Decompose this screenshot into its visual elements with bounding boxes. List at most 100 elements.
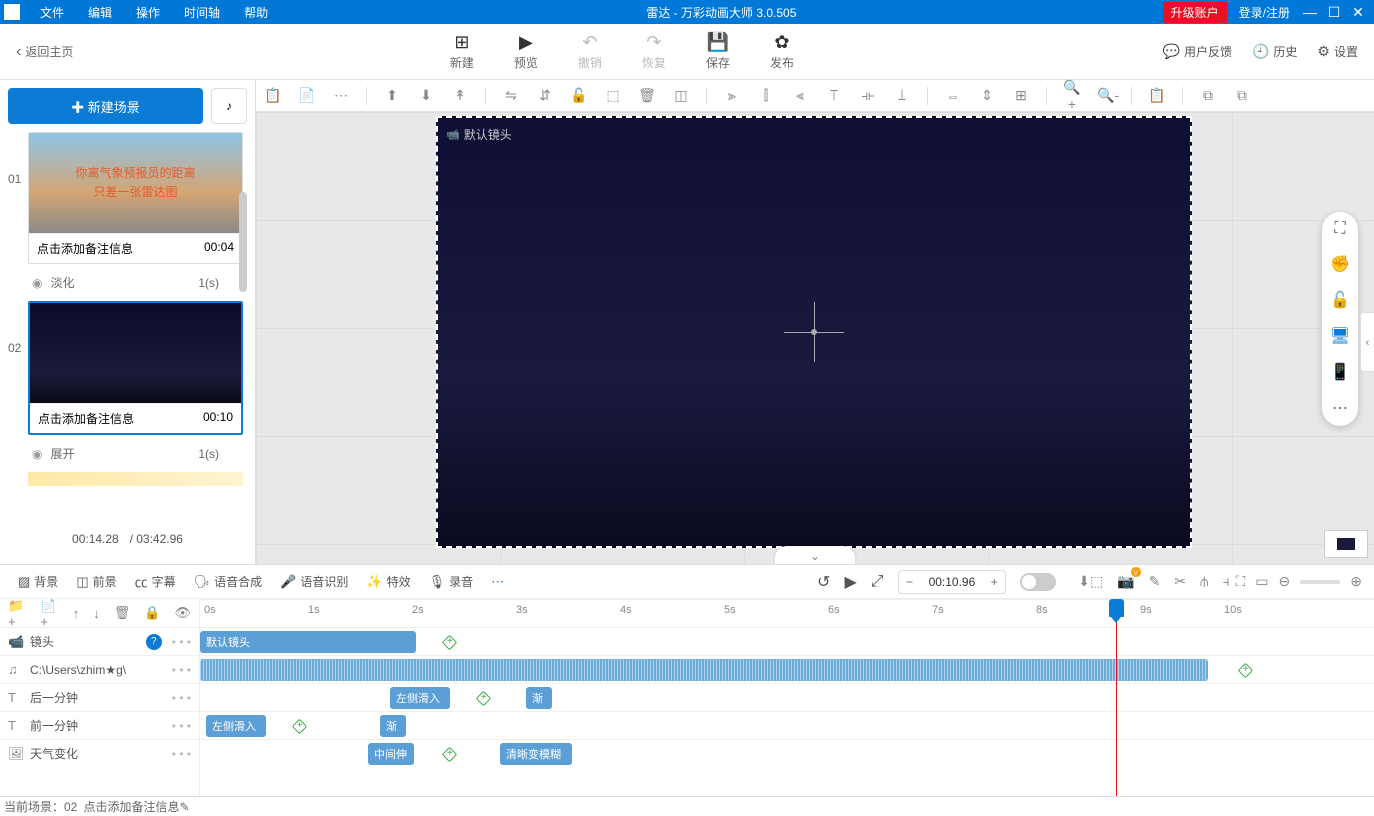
text2-track[interactable]: 左侧滑入 渐 xyxy=(200,711,1374,739)
camera-track-label[interactable]: 📹镜头?• • • xyxy=(0,627,199,655)
add-keyframe[interactable] xyxy=(476,691,492,707)
loop-toggle[interactable] xyxy=(1020,573,1056,591)
zoom-in-tl-icon[interactable]: ⊕ xyxy=(1350,573,1362,590)
crop-icon[interactable]: ◫ xyxy=(672,87,690,104)
align-left-icon[interactable]: ⫸ xyxy=(723,87,741,104)
camera-clip[interactable]: 默认镜头 xyxy=(200,631,416,653)
expand-panel-button[interactable]: ‹ xyxy=(1360,312,1374,372)
audio-track-label[interactable]: ♫C:\Users\zhim★g\• • • xyxy=(0,655,199,683)
redo-button[interactable]: ↷恢复 xyxy=(642,32,666,71)
feedback-button[interactable]: 💬用户反馈 xyxy=(1163,43,1232,60)
lock-track-icon[interactable]: 🔒 xyxy=(144,605,160,621)
bg-button[interactable]: ▨背景 xyxy=(12,569,64,594)
align-center-icon[interactable]: ⫿ xyxy=(757,87,775,104)
edit-icon[interactable]: ✎ xyxy=(1149,573,1161,590)
tts-button[interactable]: 🗣语音合成 xyxy=(188,569,269,594)
unlock-icon[interactable]: 🔓 xyxy=(1330,290,1350,310)
help-icon[interactable]: ? xyxy=(146,634,162,650)
scene-card-1[interactable]: 你离气象预报员的距离只差一张雷达图 点击添加备注信息00:04 xyxy=(28,132,243,264)
menu-file[interactable]: 文件 xyxy=(28,4,76,21)
dup1-icon[interactable]: ⧉ xyxy=(1199,87,1217,104)
dup2-icon[interactable]: ⧉ xyxy=(1233,87,1251,104)
preview-button[interactable]: ▶预览 xyxy=(514,32,538,71)
time-minus-button[interactable]: − xyxy=(899,571,921,593)
audio-track[interactable] xyxy=(200,655,1374,683)
distribute-v-icon[interactable]: ⇕ xyxy=(978,87,996,104)
transition-2[interactable]: ◉展开1(s) xyxy=(8,441,243,466)
import-icon[interactable]: ⬇⬚ xyxy=(1078,573,1103,590)
music-button[interactable]: ♪ xyxy=(211,88,247,124)
eye-icon[interactable]: 👁 xyxy=(174,605,191,621)
text2-track-label[interactable]: T前一分钟• • • xyxy=(0,711,199,739)
cut-icon[interactable]: ✂ xyxy=(1174,573,1186,590)
text2-clip1[interactable]: 左侧滑入 xyxy=(206,715,266,737)
fullscreen-icon[interactable]: ⛶ xyxy=(1334,220,1345,238)
scene-card-2[interactable]: 点击添加备注信息00:10 xyxy=(28,301,243,435)
close-button[interactable]: ✕ xyxy=(1346,4,1370,21)
flip-h-icon[interactable]: ⇋ xyxy=(502,87,520,104)
align-middle-icon[interactable]: ⟛ xyxy=(859,87,877,104)
playhead[interactable] xyxy=(1116,599,1117,796)
filter-icon[interactable]: ⫛ xyxy=(1200,573,1208,590)
up-icon[interactable]: ↑ xyxy=(73,606,80,621)
desktop-icon[interactable]: 🖥 xyxy=(1330,326,1350,346)
record-button[interactable]: 🎙录音 xyxy=(423,569,480,594)
hand-icon[interactable]: ✊ xyxy=(1330,254,1350,274)
asr-button[interactable]: 🎤语音识别 xyxy=(274,569,354,594)
img-track[interactable]: 中间伸 清晰变模糊 xyxy=(200,739,1374,767)
maximize-button[interactable]: ☐ xyxy=(1322,4,1346,21)
new-scene-button[interactable]: ✚ 新建场景 xyxy=(8,88,203,124)
flip-v-icon[interactable]: ⇵ xyxy=(536,87,554,104)
zoom-in-icon[interactable]: 🔍+ xyxy=(1063,79,1081,112)
time-plus-button[interactable]: + xyxy=(983,571,1005,593)
img-track-label[interactable]: 🖼天气变化• • • xyxy=(0,739,199,767)
camera-track[interactable]: 默认镜头 xyxy=(200,627,1374,655)
rewind-icon[interactable]: ↺ xyxy=(817,572,830,592)
new-button[interactable]: ⊞新建 xyxy=(450,32,474,71)
img-clip2[interactable]: 清晰变模糊 xyxy=(500,743,572,765)
add-file-icon[interactable]: 📄+ xyxy=(40,599,58,629)
menu-help[interactable]: 帮助 xyxy=(232,4,280,21)
add-keyframe[interactable] xyxy=(442,747,458,763)
text1-clip1[interactable]: 左侧滑入 xyxy=(390,687,450,709)
align-top-icon[interactable]: ⟙ xyxy=(825,87,843,104)
bring-front-icon[interactable]: ⬆ xyxy=(383,87,401,104)
zoom-slider[interactable] xyxy=(1300,580,1340,584)
delete-icon[interactable]: 🗑 xyxy=(638,87,656,104)
text1-clip2[interactable]: 渐 xyxy=(526,687,552,709)
transition-1[interactable]: ◉淡化1(s) xyxy=(8,270,243,295)
align-right-icon[interactable]: ⫷ xyxy=(791,87,809,104)
clipboard-icon[interactable]: 📋 xyxy=(1148,87,1166,104)
down-icon[interactable]: ↓ xyxy=(93,606,100,621)
more-tools-icon[interactable]: ⋯ xyxy=(1332,398,1348,418)
menu-edit[interactable]: 编辑 xyxy=(76,4,124,21)
status-edit-icon[interactable]: ✎ xyxy=(180,800,190,814)
mini-preview[interactable] xyxy=(1324,530,1368,558)
scenes-scrollbar[interactable] xyxy=(239,192,247,292)
mobile-icon[interactable]: 📱 xyxy=(1330,362,1350,382)
add-keyframe[interactable] xyxy=(292,719,308,735)
upgrade-button[interactable]: 升级账户 xyxy=(1163,2,1227,23)
save-button[interactable]: 💾保存 xyxy=(706,32,730,71)
fx-button[interactable]: ✨特效 xyxy=(360,569,416,594)
add-keyframe[interactable] xyxy=(442,635,458,651)
settings-button[interactable]: ⚙设置 xyxy=(1317,43,1358,60)
add-folder-icon[interactable]: 📁+ xyxy=(8,599,26,629)
paste-icon[interactable]: 📄 xyxy=(298,87,316,104)
camera-icon[interactable]: 📷v xyxy=(1117,573,1134,590)
timeline-ruler[interactable]: 0s 1s 2s 3s 4s 5s 6s 7s 8s 9s 10s xyxy=(200,599,1374,627)
text1-track[interactable]: 左侧滑入 渐 xyxy=(200,683,1374,711)
minimize-button[interactable]: — xyxy=(1298,4,1322,20)
more-icon[interactable]: ⋯ xyxy=(332,87,350,104)
group-icon[interactable]: ⬚ xyxy=(604,87,622,104)
trash-icon[interactable]: 🗑 xyxy=(114,605,131,621)
distribute-h-icon[interactable]: ⇔ xyxy=(944,88,962,104)
subtitle-button[interactable]: ㏄字幕 xyxy=(129,568,182,595)
menu-timeline[interactable]: 时间轴 xyxy=(172,4,232,21)
more-button[interactable]: ⋯ xyxy=(485,570,510,594)
text1-track-label[interactable]: T后一分钟• • • xyxy=(0,683,199,711)
add-keyframe[interactable] xyxy=(1238,663,1254,679)
collapse-canvas-button[interactable]: ⌄ xyxy=(775,546,855,564)
undo-button[interactable]: ↶撤销 xyxy=(578,32,602,71)
layer-up-icon[interactable]: ↟ xyxy=(451,87,469,104)
